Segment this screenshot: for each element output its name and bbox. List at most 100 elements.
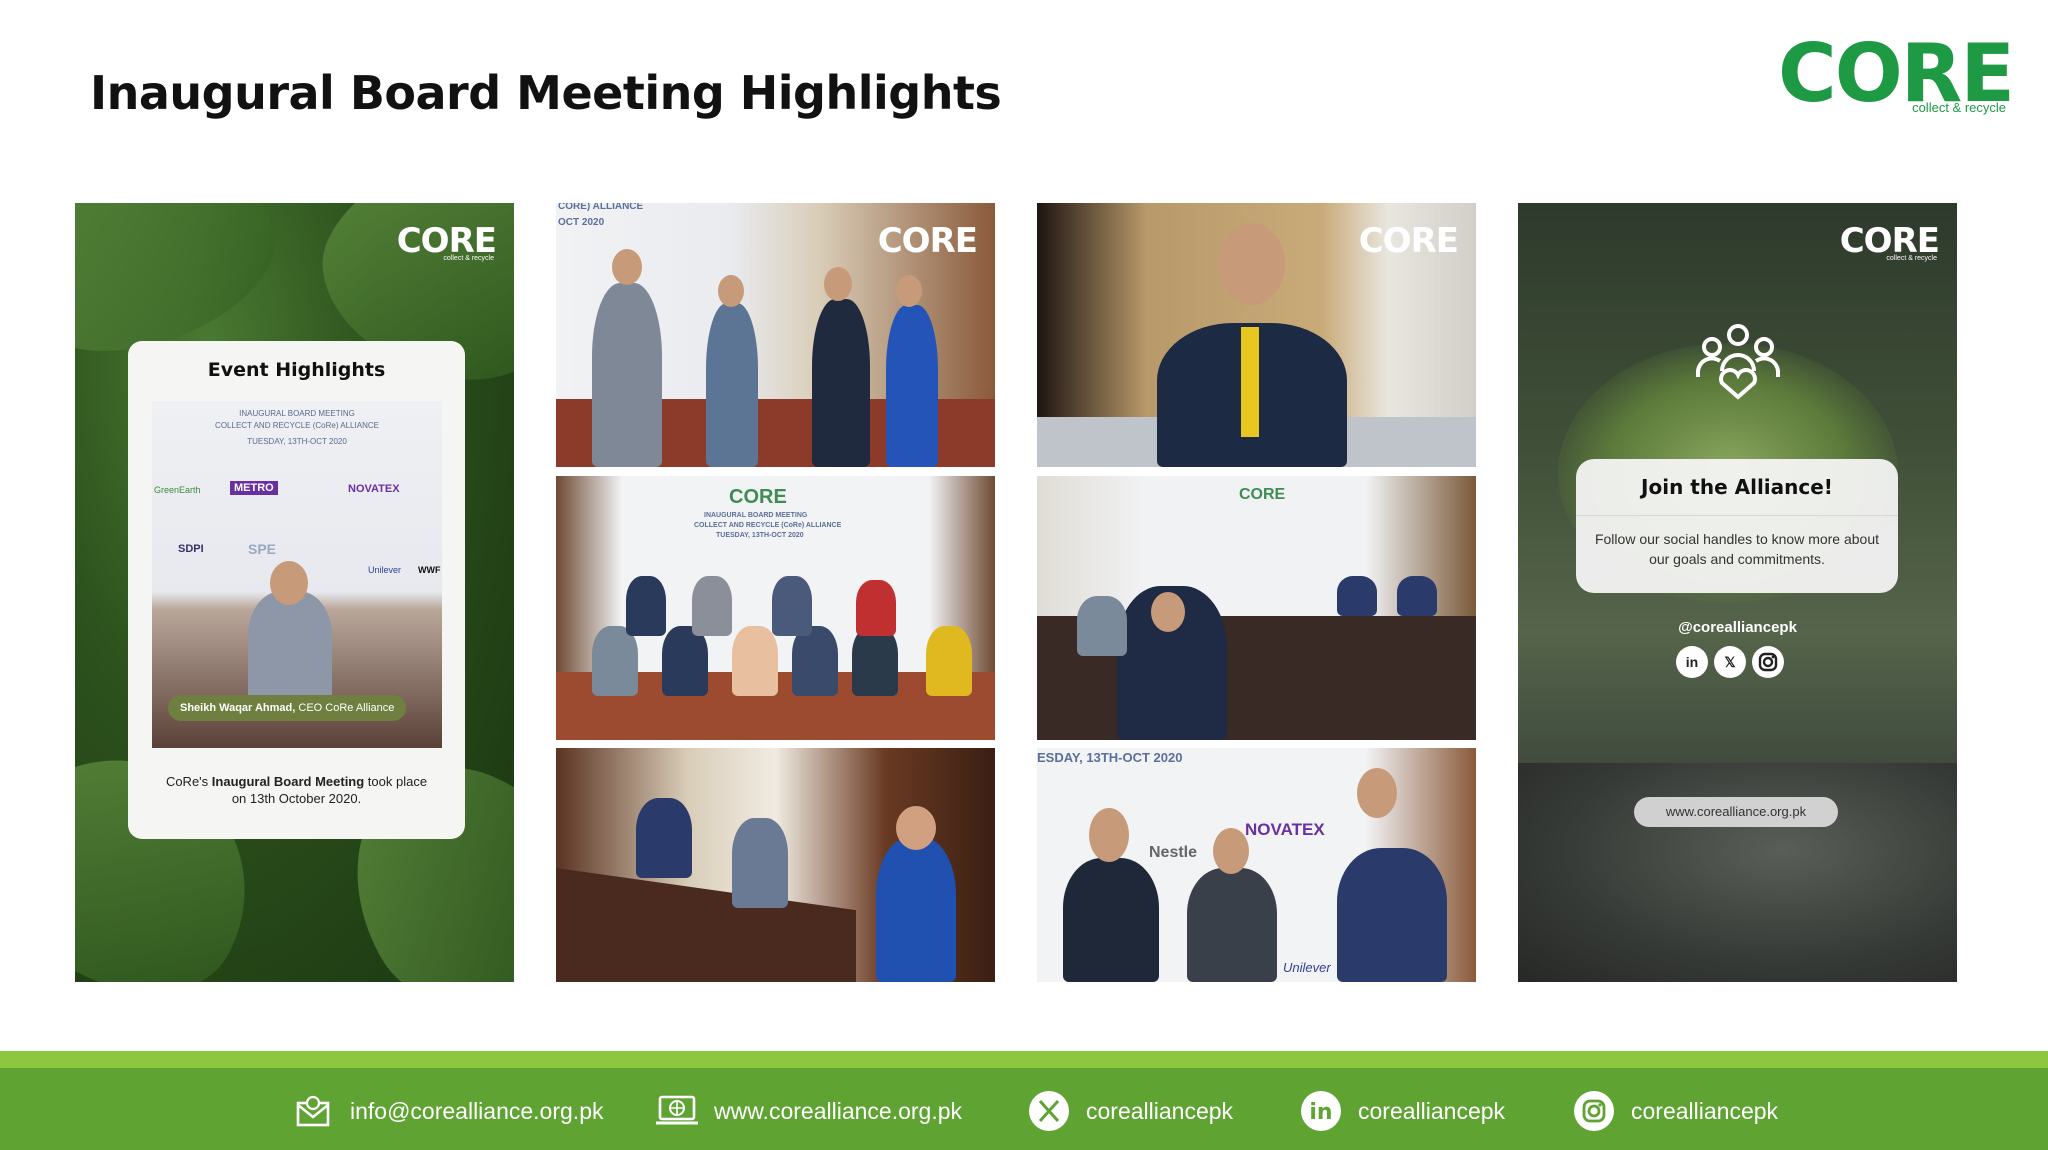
x-icon[interactable]: 𝕏: [1714, 646, 1746, 678]
person-figure: [792, 626, 838, 696]
person-head: [1213, 828, 1249, 874]
event-photo: INAUGURAL BOARD MEETING COLLECT AND RECY…: [152, 401, 442, 748]
speaker-figure: [248, 591, 332, 701]
speaker-badge: Sheikh Waqar Ahmad, CEO CoRe Alliance: [168, 695, 407, 721]
panel-logo-tagline: collect & recycle: [443, 255, 494, 262]
svg-text:in: in: [1309, 1100, 1332, 1125]
person-figure: [772, 576, 812, 636]
join-alliance-panel: CORE collect & recycle Join the Alliance…: [1518, 203, 1957, 982]
social-icons-row: in 𝕏: [1676, 646, 1784, 678]
person-figure: [692, 576, 732, 636]
photo-speaker-portrait: CORE: [1037, 203, 1476, 467]
panel-logo-tagline: collect & recycle: [1886, 255, 1937, 262]
footer-website-text: www.corealliance.org.pk: [714, 1097, 963, 1124]
footer-x[interactable]: corealliancepk: [1026, 1088, 1233, 1134]
linkedin-icon: in: [1298, 1088, 1344, 1134]
person-figure: [1397, 576, 1437, 616]
event-caption: CoRe's Inaugural Board Meeting took plac…: [165, 774, 428, 806]
person-head: [612, 249, 642, 285]
photo-logo: CORE: [877, 221, 978, 261]
person-head: [1151, 592, 1185, 632]
photo-conversation: ESDAY, 13TH-OCT 2020 Nestle NOVATEX Unil…: [1037, 748, 1476, 982]
person-figure: [706, 303, 758, 467]
event-highlights-card: Event Highlights INAUGURAL BOARD MEETING…: [128, 341, 465, 839]
sponsor-logo: GreenEarth: [154, 485, 201, 495]
person-head: [1219, 223, 1285, 305]
brand-text: Unilever: [1283, 960, 1331, 975]
laptop-globe-icon: [654, 1088, 700, 1134]
person-head: [824, 267, 852, 301]
sponsor-logo: Unilever: [368, 565, 402, 575]
banner-text: COLLECT AND RECYCLE (CoRe) ALLIANCE: [694, 522, 842, 529]
join-alliance-text: Follow our social handles to know more a…: [1594, 531, 1880, 567]
photo-board-table: CORE: [1037, 476, 1476, 740]
person-figure: [886, 305, 938, 467]
instagram-icon[interactable]: [1752, 646, 1784, 678]
rock: [1518, 763, 1957, 982]
footer-instagram-text: corealliancepk: [1631, 1097, 1779, 1124]
person-head: [1089, 808, 1129, 862]
divider: [1576, 515, 1898, 516]
person-figure: [812, 299, 870, 467]
photo-group-seated: CORE INAUGURAL BOARD MEETING COLLECT AND…: [556, 476, 995, 740]
person-figure: [856, 580, 896, 636]
tie: [1241, 327, 1259, 437]
page-title: Inaugural Board Meeting Highlights: [90, 66, 1002, 120]
sponsor-logo: METRO: [230, 481, 278, 495]
person-figure: [1337, 576, 1377, 616]
brand-text: Nestle: [1149, 844, 1198, 861]
x-icon: [1026, 1088, 1072, 1134]
website-pill[interactable]: www.corealliance.org.pk: [1634, 797, 1838, 827]
footer-x-text: corealliancepk: [1086, 1097, 1234, 1124]
logo-tagline: collect & recycle: [1912, 100, 2006, 115]
footer-linkedin-text: corealliancepk: [1358, 1097, 1506, 1124]
social-handle: @corealliancepk: [1678, 619, 1797, 636]
footer-linkedin[interactable]: in corealliancepk: [1298, 1088, 1505, 1134]
person-figure: [852, 626, 898, 696]
person-figure: [592, 626, 638, 696]
person-figure: [626, 576, 666, 636]
banner-text: ESDAY, 13TH-OCT 2020: [1037, 750, 1183, 765]
photo-column-2: CORE CORE ESDAY, 13TH-OCT 2020 Nestle NO…: [1037, 203, 1476, 982]
person-figure: [732, 626, 778, 696]
person-head: [718, 275, 744, 307]
footer-email[interactable]: info@corealliance.org.pk: [290, 1088, 603, 1134]
sponsor-logo: SPE: [248, 541, 277, 557]
sponsor-logo: SDPI: [178, 543, 204, 555]
footer-accent-bar: [0, 1051, 2048, 1068]
linkedin-icon[interactable]: in: [1676, 646, 1708, 678]
person-figure: [926, 626, 972, 696]
banner-logo-text: CORE: [729, 486, 787, 508]
person-figure: [1077, 596, 1127, 656]
person-figure: [732, 818, 788, 908]
photo-banner-line: TUESDAY, 13TH-OCT 2020: [247, 437, 347, 446]
person-head: [1357, 768, 1397, 818]
sponsor-logo: WWF: [418, 565, 441, 575]
footer-website[interactable]: www.corealliance.org.pk: [654, 1088, 962, 1134]
join-alliance-card: Join the Alliance! Follow our social han…: [1576, 459, 1898, 593]
join-alliance-title: Join the Alliance!: [1641, 475, 1833, 499]
person-figure: [1063, 858, 1159, 982]
banner-text: CORE) ALLIANCE: [558, 203, 644, 212]
email-icon: [290, 1088, 336, 1134]
footer-instagram[interactable]: corealliancepk: [1571, 1088, 1778, 1134]
photo-group-standing: CORE) ALLIANCE OCT 2020 CORE: [556, 203, 995, 467]
person-figure: [1187, 868, 1277, 982]
event-highlights-title: Event Highlights: [207, 359, 386, 381]
community-icon: [1696, 324, 1780, 400]
person-head: [896, 806, 936, 850]
person-figure: [636, 798, 692, 878]
person-figure: [876, 838, 956, 982]
photo-logo: CORE: [1358, 221, 1459, 261]
photo-column-1: CORE) ALLIANCE OCT 2020 CORE CORE INAUGU…: [556, 203, 995, 982]
instagram-icon: [1571, 1088, 1617, 1134]
event-highlights-panel: CORE collect & recycle Event Highlights …: [75, 203, 514, 982]
slide: Inaugural Board Meeting Highlights CORE …: [0, 0, 2048, 1150]
footer: info@corealliance.org.pk www.coreallianc…: [0, 1068, 2048, 1150]
banner-logo-text: CORE: [1239, 486, 1286, 503]
photo-banner-line: COLLECT AND RECYCLE (CoRe) ALLIANCE: [215, 421, 379, 430]
speaker-head: [270, 561, 308, 605]
sponsor-logo: NOVATEX: [348, 483, 400, 495]
person-figure: [662, 626, 708, 696]
footer-email-text: info@corealliance.org.pk: [350, 1097, 604, 1124]
